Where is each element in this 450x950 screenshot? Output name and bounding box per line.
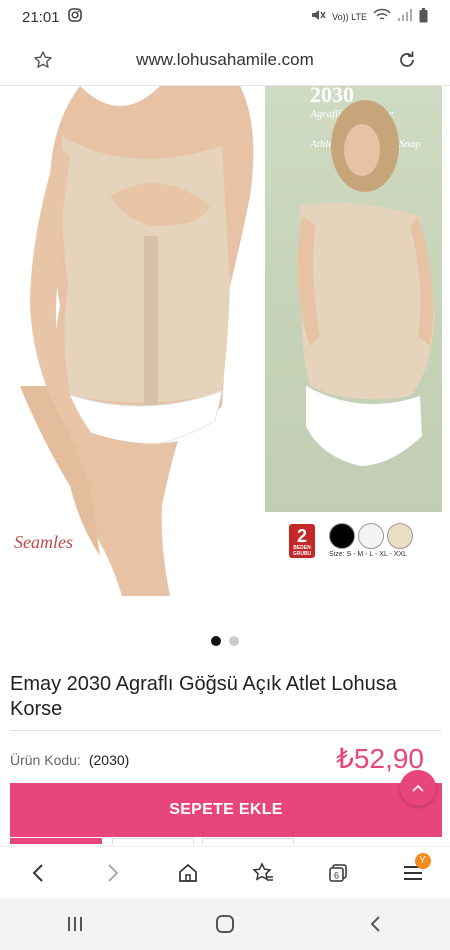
url-bar: www.lohusahamile.com: [0, 34, 450, 86]
product-tab-strip: [10, 838, 442, 846]
system-back-icon[interactable]: [353, 902, 397, 946]
status-time: 21:01: [22, 8, 60, 26]
reload-icon[interactable]: [388, 41, 426, 79]
carousel-dot-2[interactable]: [229, 636, 239, 646]
product-image[interactable]: 2030 Agrafli Atlet Korse Athlete Corset …: [10, 86, 442, 596]
url-text[interactable]: www.lohusahamile.com: [136, 50, 314, 70]
home-icon[interactable]: [166, 851, 210, 895]
android-nav-bar: [0, 898, 450, 950]
recent-apps-icon[interactable]: [53, 902, 97, 946]
carousel-dot-1[interactable]: [211, 636, 221, 646]
page: 21:01 Vo)) LTE www.lohusahamile.com 2030…: [0, 0, 450, 950]
product-price: ₺52,90: [336, 743, 424, 774]
mute-icon: [310, 8, 326, 26]
badge-text: BEDEN GRUBU: [292, 545, 312, 557]
product-title: Emay 2030 Agraflı Göğsü Açık Atlet Lohus…: [10, 673, 397, 720]
chevron-up-icon: [412, 784, 424, 792]
menu-icon[interactable]: Y: [391, 851, 435, 895]
status-bar: 21:01 Vo)) LTE: [0, 0, 450, 34]
bookmarks-icon[interactable]: [241, 851, 285, 895]
tab-active[interactable]: [10, 838, 102, 844]
wifi-icon: [373, 8, 391, 26]
star-outline-icon[interactable]: [24, 41, 62, 79]
swatch-black: [329, 523, 355, 549]
badge-number: 2: [296, 526, 307, 546]
product-code-row: Ürün Kodu: (2030): [10, 752, 129, 768]
swatch-white: [358, 523, 384, 549]
size-group-badge: 2 BEDEN GRUBU: [289, 524, 315, 558]
status-icons: Vo)) LTE: [310, 7, 428, 27]
add-to-cart-button[interactable]: SEPETE EKLE: [10, 783, 442, 837]
signal-bars-icon: [397, 8, 413, 26]
tab-3[interactable]: [202, 838, 294, 844]
seamless-label: Seamles: [14, 532, 73, 552]
swatch-beige: [387, 523, 413, 549]
instagram-icon: [67, 8, 82, 26]
back-icon[interactable]: [16, 851, 60, 895]
product-code-value: (2030): [88, 752, 130, 768]
size-list: Size: S - M - L - XL - XXL: [329, 551, 408, 558]
signal-text: Vo)) LTE: [332, 11, 367, 22]
product-code-label: Ürün Kodu:: [10, 752, 81, 768]
home-button-icon[interactable]: [203, 902, 247, 946]
model-figures: [20, 86, 435, 596]
menu-badge: Y: [414, 852, 431, 869]
browser-bottom-bar: 6 Y: [0, 846, 450, 898]
battery-icon: [419, 7, 428, 27]
divider: [10, 730, 442, 731]
tabs-icon[interactable]: 6: [316, 851, 360, 895]
tab-2[interactable]: [112, 838, 194, 844]
forward-icon[interactable]: [91, 851, 135, 895]
carousel-dots: [0, 636, 450, 646]
scroll-top-button[interactable]: [400, 770, 436, 806]
tabs-count: 6: [333, 870, 338, 880]
